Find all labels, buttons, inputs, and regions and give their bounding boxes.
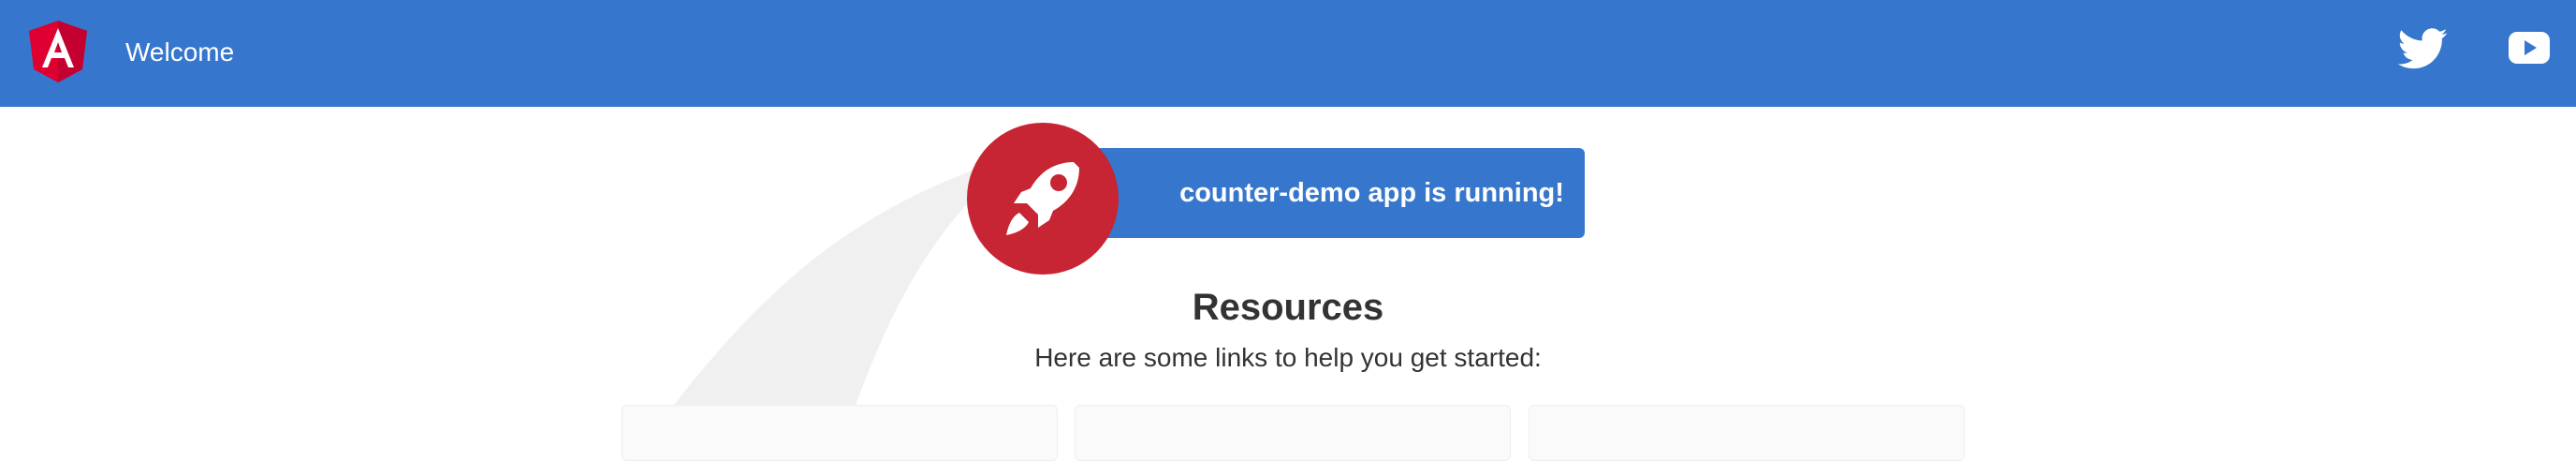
youtube-icon[interactable] [2509, 32, 2550, 64]
resources-heading: Resources [1192, 287, 1384, 328]
resource-card-1[interactable] [622, 405, 1058, 461]
main-content: counter-demo app is running! Resources H… [0, 107, 2576, 461]
angular-logo-icon [29, 21, 87, 82]
rocket-badge [967, 123, 1119, 275]
rocket-icon [1006, 162, 1079, 235]
toolbar: Welcome [0, 0, 2576, 107]
twitter-icon[interactable] [2397, 28, 2448, 69]
running-banner: counter-demo app is running! [1075, 148, 1585, 238]
resources-subheading: Here are some links to help you get star… [1034, 343, 1542, 372]
toolbar-title: Welcome [125, 37, 235, 67]
resource-card-2[interactable] [1075, 405, 1511, 461]
banner-text: counter-demo app is running! [1179, 178, 1564, 208]
resource-card-3[interactable] [1529, 405, 1965, 461]
